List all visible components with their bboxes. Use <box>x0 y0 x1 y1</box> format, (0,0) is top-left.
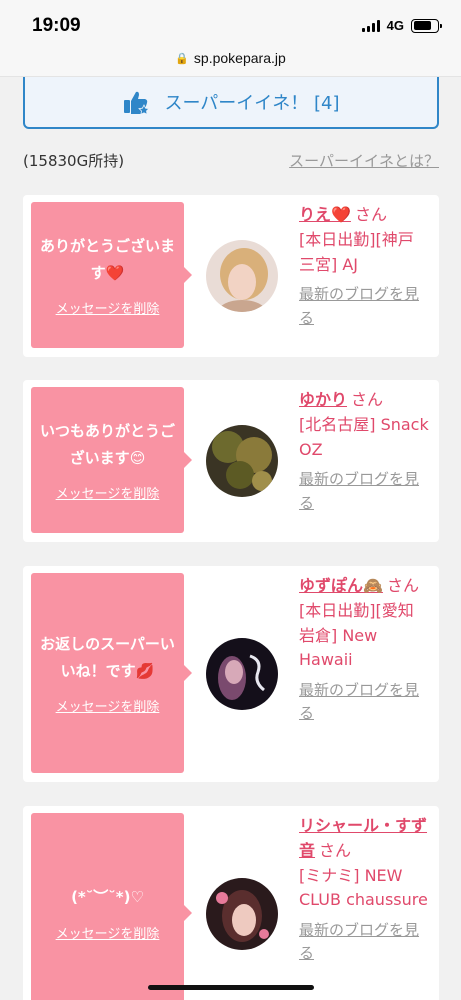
lock-icon: 🔒 <box>175 53 189 65</box>
message-bubble: ありがとうございます❤️ メッセージを削除 <box>31 202 192 348</box>
address-bar[interactable]: 🔒 sp.pokepara.jp <box>0 44 461 77</box>
holdings-text: (15830G所持) <box>23 152 125 170</box>
latest-blog-link[interactable]: 最新のブログを見る <box>299 679 429 726</box>
latest-blog-link[interactable]: 最新のブログを見る <box>299 919 429 966</box>
battery-icon <box>411 18 442 33</box>
user-name[interactable]: ゆずぽん🙈 <box>299 576 383 595</box>
card: (*˘︶˘*)♡ メッセージを削除 リシャール・すず音 さん [ミナミ] NEW … <box>23 806 439 1000</box>
avatar[interactable] <box>206 425 278 497</box>
shop-name[interactable]: [北名古屋] Snack OZ <box>299 413 429 463</box>
super-iine-label: スーパーイイネ！ [4] <box>164 93 340 114</box>
card: いつもありがとうございます😊 メッセージを削除 ゆかり さん [北名古屋] Sna… <box>23 380 439 542</box>
card: ありがとうございます❤️ メッセージを削除 りえ❤️ さん [本日出勤][神戸三宮… <box>23 195 439 357</box>
user-name[interactable]: りえ❤️ <box>299 205 351 224</box>
shop-name[interactable]: [本日出勤][神戸三宮] AJ <box>299 228 429 278</box>
user-name[interactable]: ゆかり <box>299 390 347 409</box>
message-bubble: お返しのスーパーいいね！です💋 メッセージを削除 <box>31 573 192 773</box>
user-info: リシャール・すず音 さん [ミナミ] NEW CLUB chaussure 最新の… <box>299 814 429 966</box>
delete-message-link[interactable]: メッセージを削除 <box>56 298 160 317</box>
user-info: りえ❤️ さん [本日出勤][神戸三宮] AJ 最新のブログを見る <box>299 203 429 330</box>
shop-name[interactable]: [ミナミ] NEW CLUB chaussure <box>299 864 429 914</box>
delete-message-link[interactable]: メッセージを削除 <box>56 923 160 942</box>
home-indicator <box>148 985 314 990</box>
avatar[interactable] <box>206 878 278 950</box>
user-info: ゆずぽん🙈 さん [本日出勤][愛知 岩倉] New Hawaii 最新のブログを… <box>299 574 429 726</box>
status-indicators: 4G <box>361 18 442 33</box>
network-type: 4G <box>386 18 404 33</box>
signal-icon <box>361 19 380 32</box>
about-super-iine-link[interactable]: スーパーイイネとは？ <box>289 150 439 171</box>
delete-message-link[interactable]: メッセージを削除 <box>56 483 160 502</box>
card: お返しのスーパーいいね！です💋 メッセージを削除 ゆずぽん🙈 さん [本日出勤][… <box>23 566 439 782</box>
status-time: 19:09 <box>32 15 81 36</box>
super-iine-button[interactable]: スーパーイイネ！ [4] <box>23 77 439 129</box>
delete-message-link[interactable]: メッセージを削除 <box>56 696 160 715</box>
message-bubble: (*˘︶˘*)♡ メッセージを削除 <box>31 813 192 1000</box>
avatar[interactable] <box>206 240 278 312</box>
latest-blog-link[interactable]: 最新のブログを見る <box>299 468 429 515</box>
url-text: sp.pokepara.jp <box>193 50 286 66</box>
message-text: いつもありがとうございます😊 <box>39 422 175 467</box>
message-text: お返しのスーパーいいね！です💋 <box>40 635 175 680</box>
latest-blog-link[interactable]: 最新のブログを見る <box>299 283 429 330</box>
message-text: (*˘︶˘*)♡ <box>71 888 144 907</box>
status-bar: 19:09 4G <box>0 0 461 44</box>
message-bubble: いつもありがとうございます😊 メッセージを削除 <box>31 387 192 533</box>
user-info: ゆかり さん [北名古屋] Snack OZ 最新のブログを見る <box>299 388 429 515</box>
thumbs-up-icon <box>124 91 151 116</box>
shop-name[interactable]: [本日出勤][愛知 岩倉] New Hawaii <box>299 599 429 673</box>
message-text: ありがとうございます❤️ <box>39 237 175 282</box>
avatar[interactable] <box>206 638 278 710</box>
info-row: (15830G所持) スーパーイイネとは？ <box>23 150 439 171</box>
